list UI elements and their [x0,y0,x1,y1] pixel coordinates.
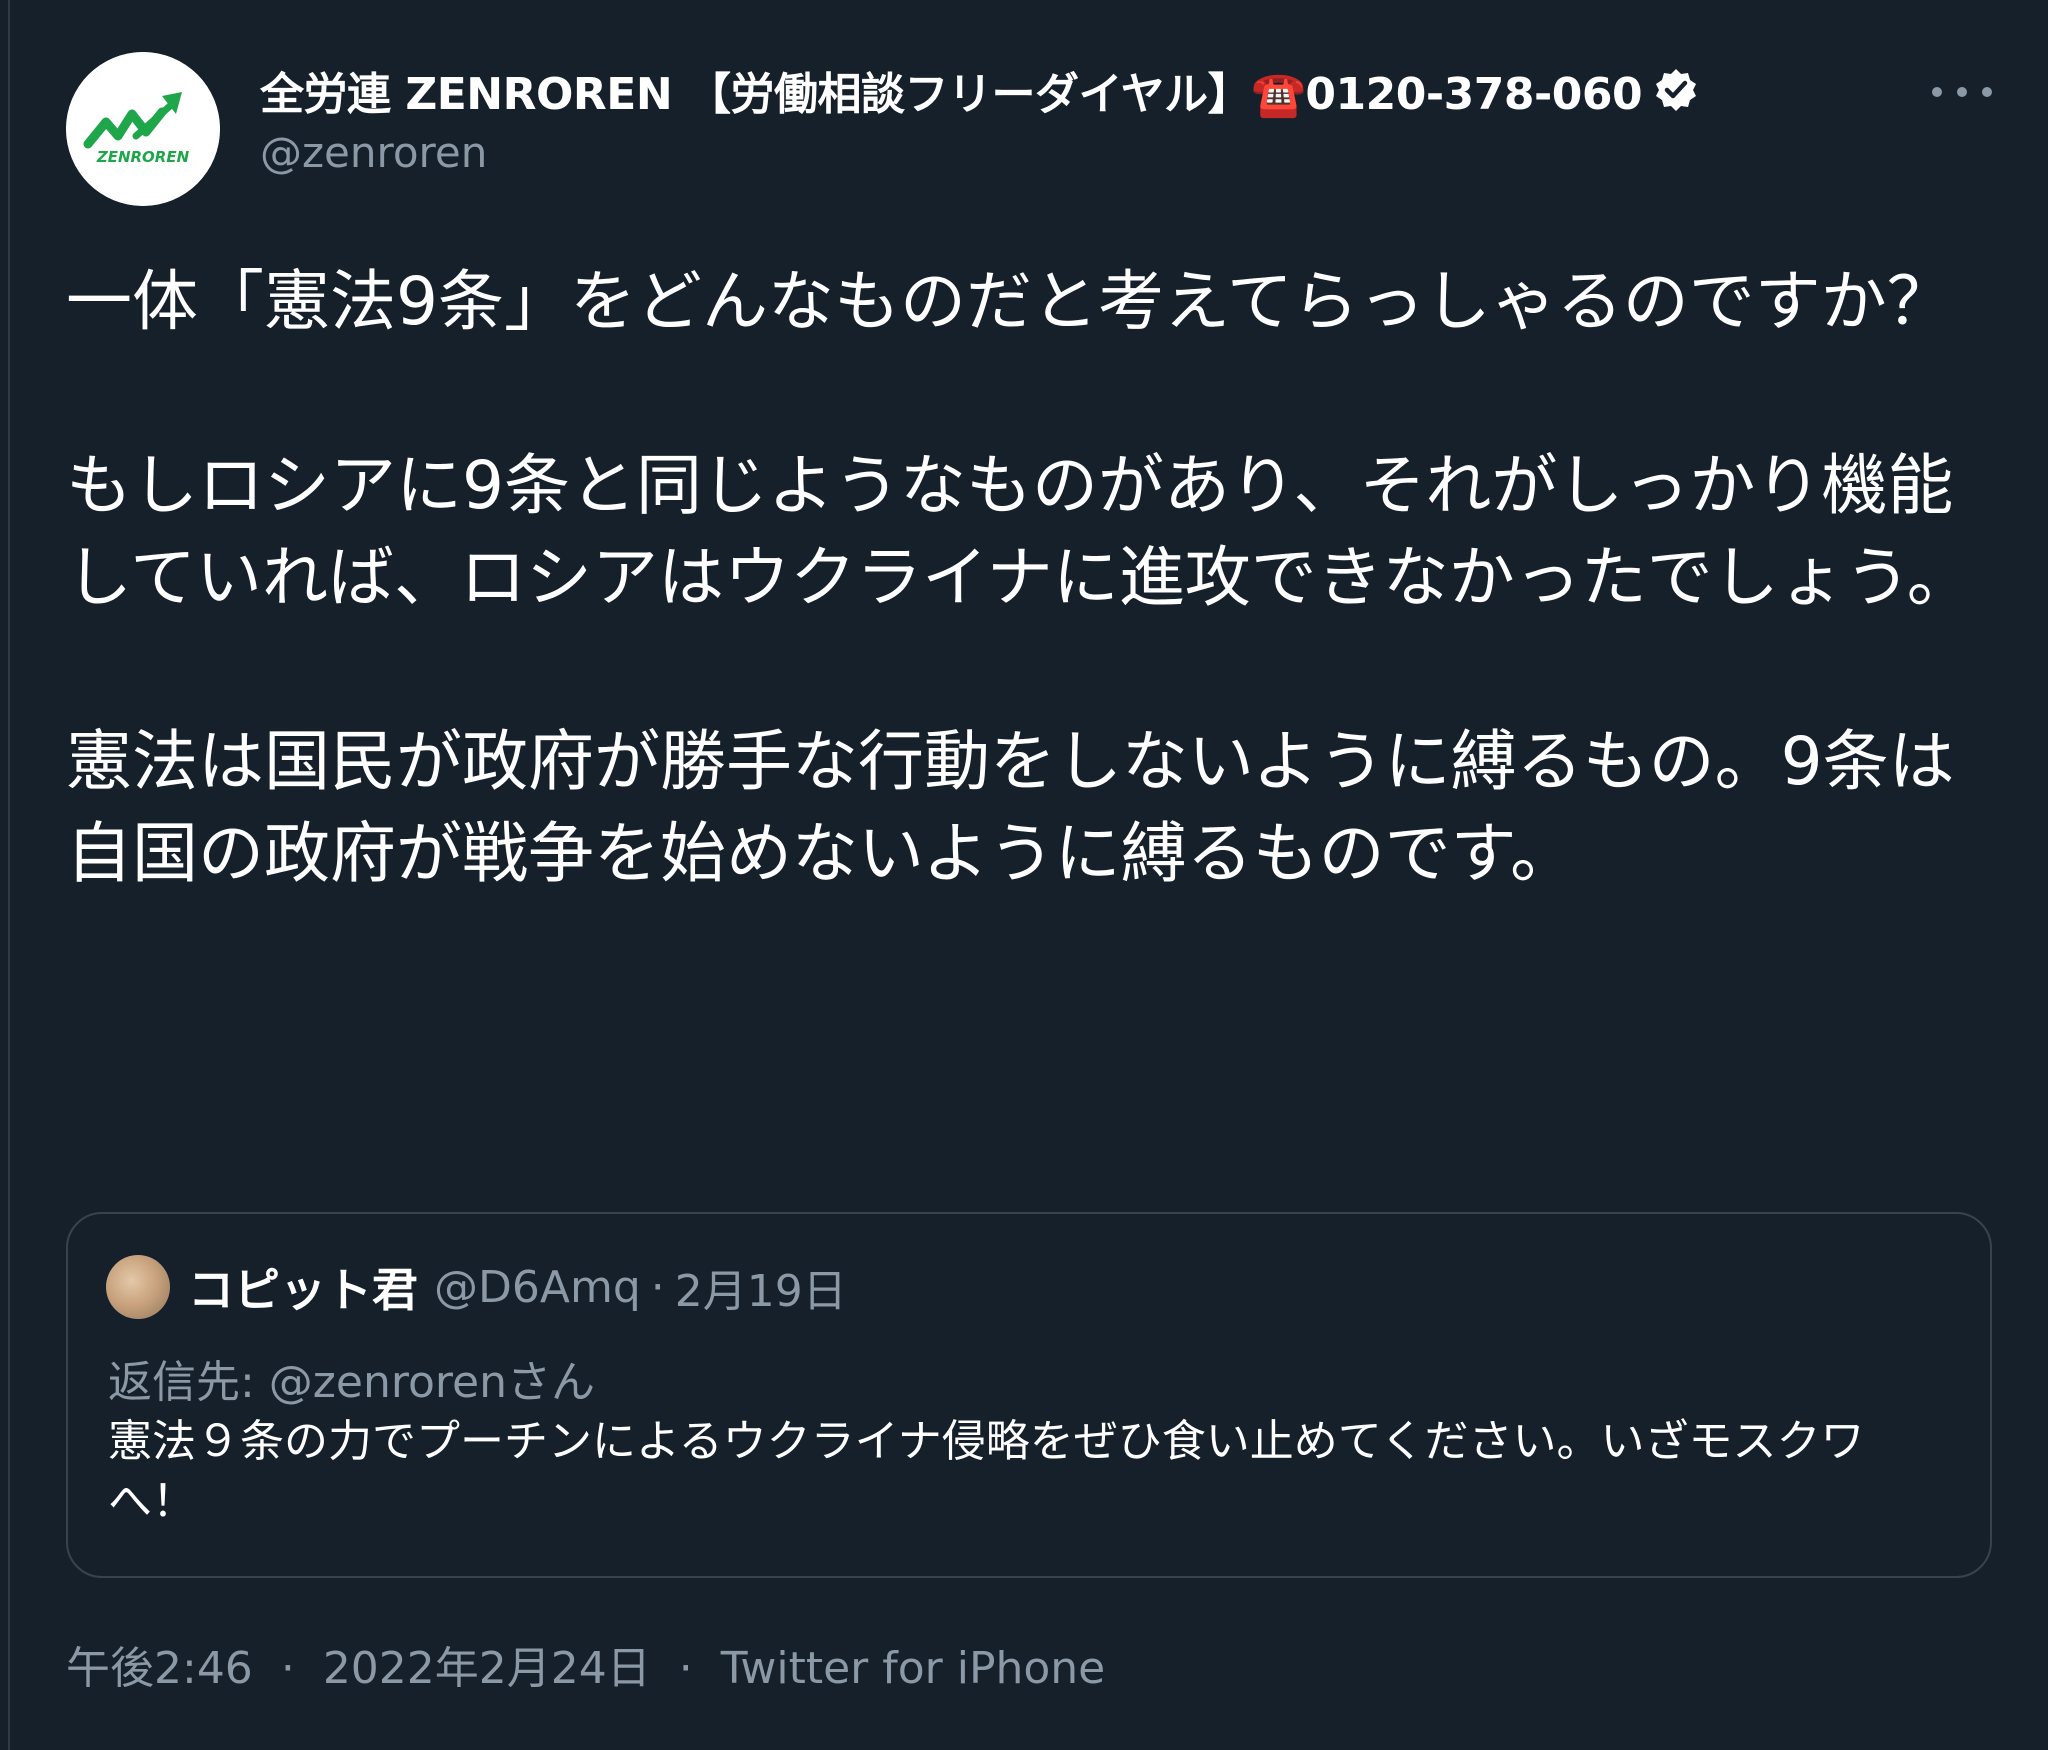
quoted-author-handle: @D6Amq [434,1261,641,1313]
tweet-paragraph: 一体「憲法9条」をどんなものだと考えてらっしゃるのですか？ [66,263,1953,340]
quoted-author-display-name: コピット君 [188,1263,418,1317]
tweet-timestamp-row: 午後2:46 · 2022年2月24日 · Twitter for iPhone [66,1632,1105,1696]
quoted-tweet-card[interactable]: コピット君 @D6Amq · 2月19日 返信先: @zenrorenさん 憲法… [66,1212,1992,1578]
verified-badge-icon [1652,66,1700,114]
zenroren-logo-icon: ZENROREN [66,52,220,206]
quoted-meta-separator: · [650,1261,665,1313]
more-dot [1932,87,1942,97]
tweet-paragraph: 憲法は国民が政府が勝手な行動をしないように縛るもの。9条は自国の政府が戦争を始め… [66,723,1955,892]
more-dot [1982,87,1992,97]
avatar-logo-text: ZENROREN [96,148,190,166]
more-dot [1957,87,1967,97]
tweet-time[interactable]: 午後2:46 [66,1643,253,1694]
footer-separator: · [280,1643,295,1694]
author-display-name[interactable]: 全労連 ZENROREN 【労働相談フリーダイヤル】☎️0120-378-060 [260,58,1643,122]
quoted-tweet-header: コピット君 @D6Amq · 2月19日 [106,1254,847,1320]
author-name-row[interactable]: 全労連 ZENROREN 【労働相談フリーダイヤル】☎️0120-378-060 [260,60,1700,120]
quoted-reply-to: 返信先: @zenrorenさん [108,1357,595,1408]
tweet-date[interactable]: 2022年2月24日 [323,1643,651,1694]
tweet-text: 一体「憲法9条」をどんなものだと考えてらっしゃるのですか？ もしロシアに9条と同… [66,256,1996,992]
tweet-source[interactable]: Twitter for iPhone [721,1643,1105,1694]
tweet-detail: ZENROREN 全労連 ZENROREN 【労働相談フリーダイヤル】☎️012… [66,0,1996,1750]
footer-separator: · [678,1643,693,1694]
author-handle[interactable]: @zenroren [260,128,487,177]
more-horizontal-icon[interactable] [1932,70,1992,114]
author-avatar[interactable]: ZENROREN [66,52,220,206]
quoted-tweet-text: 憲法９条の力でプーチンによるウクライナ侵略をぜひ食い止めてください。いざモスクワ… [108,1416,1865,1527]
timeline-left-border [8,0,10,1750]
quoted-tweet-date: 2月19日 [674,1266,847,1317]
tweet-paragraph: もしロシアに9条と同じようなものがあり、それがしっかり機能していれば、ロシアはウ… [66,447,1973,616]
quoted-author-avatar [106,1255,170,1319]
